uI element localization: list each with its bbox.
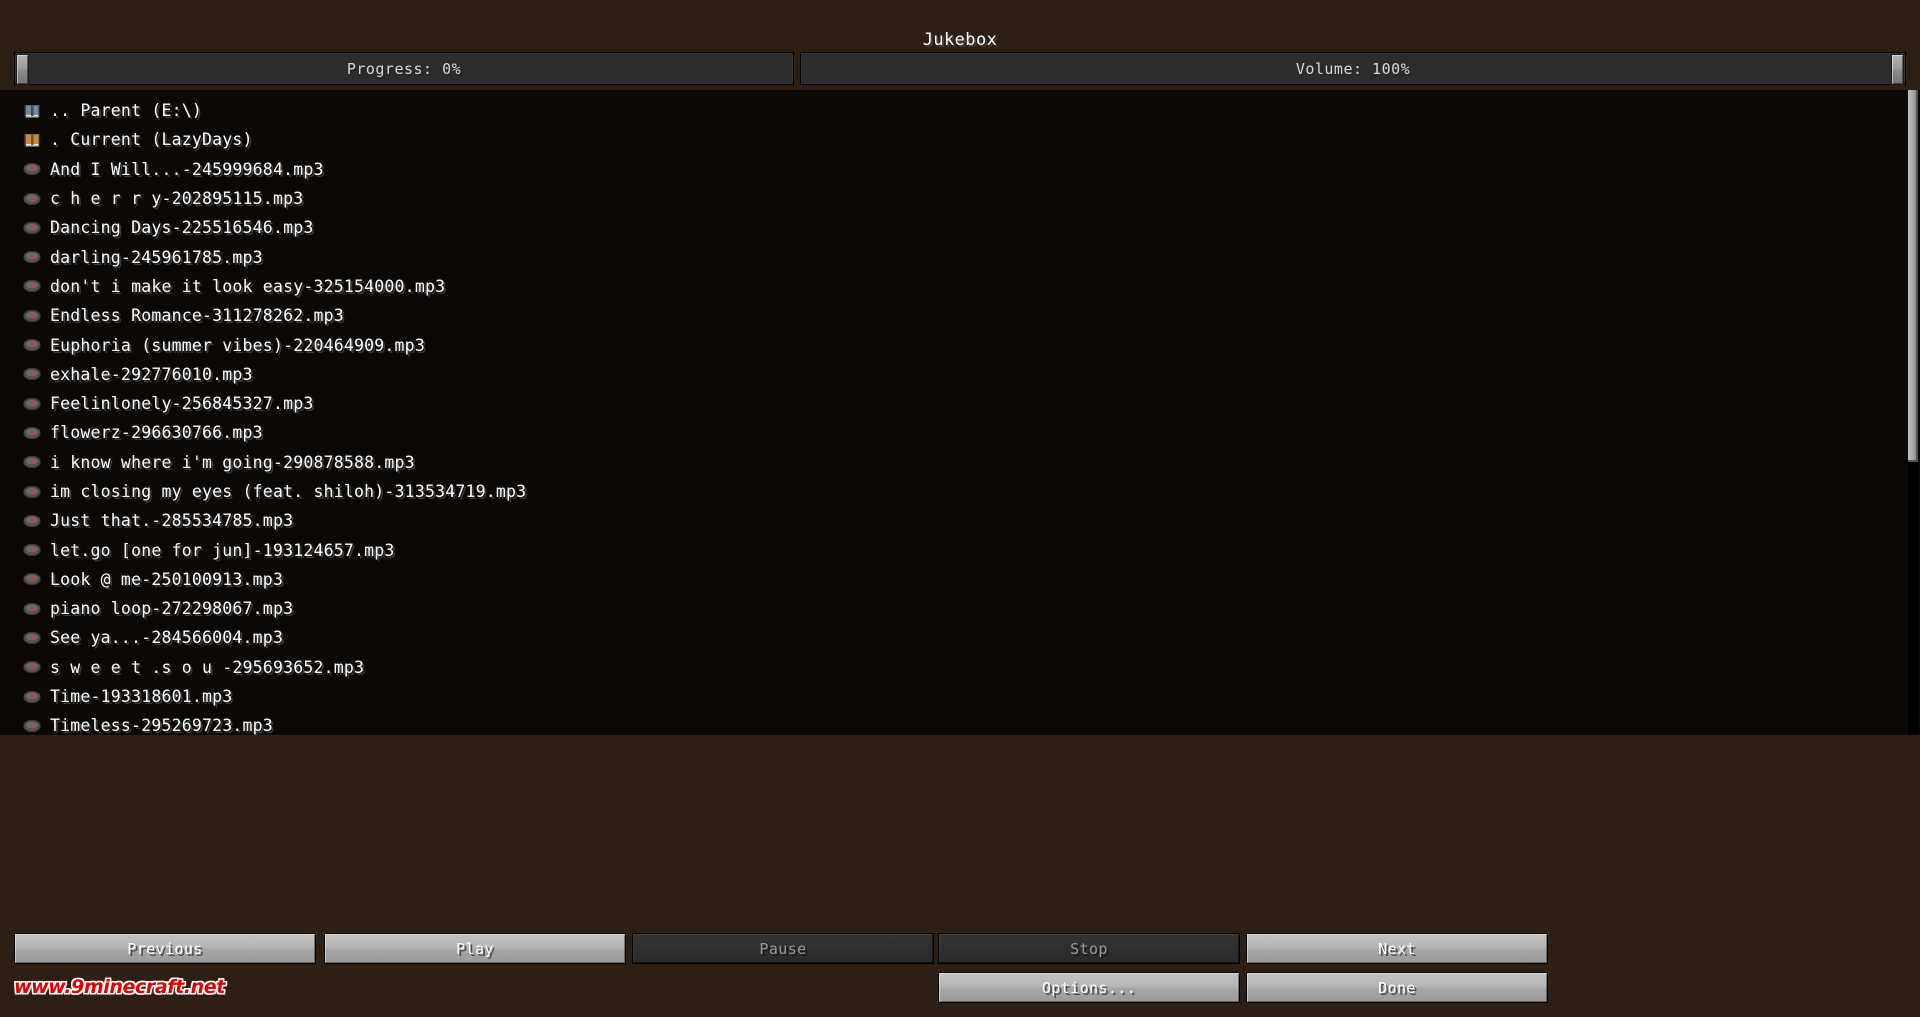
file-list-item[interactable]: s w e e t .s o u -295693652.mp3 xyxy=(0,653,1920,682)
file-list-item[interactable]: Euphoria (summer vibes)-220464909.mp3 xyxy=(0,330,1920,359)
pause-button: Pause xyxy=(632,933,934,964)
music-disc-icon xyxy=(23,162,41,176)
done-button[interactable]: Done xyxy=(1246,972,1548,1003)
file-list-item[interactable]: Dancing Days-225516546.mp3 xyxy=(0,213,1920,242)
file-list-scrollbar[interactable] xyxy=(1908,90,1918,735)
file-list-item[interactable]: im closing my eyes (feat. shiloh)-313534… xyxy=(0,477,1920,506)
book-blue-icon xyxy=(24,104,40,117)
music-disc-icon xyxy=(23,309,41,322)
music-disc-icon xyxy=(23,719,41,733)
next-button[interactable]: Next xyxy=(1246,933,1548,964)
volume-slider-label: Volume: 100% xyxy=(1295,59,1411,78)
file-list-item-label: Dancing Days-225516546.mp3 xyxy=(50,218,314,238)
music-disc-icon xyxy=(23,690,41,703)
file-list-item-label: i know where i'm going-290878588.mp3 xyxy=(50,452,415,472)
file-list-item[interactable]: i know where i'm going-290878588.mp3 xyxy=(0,448,1920,477)
file-list-item[interactable]: See ya...-284566004.mp3 xyxy=(0,623,1920,652)
music-disc-icon xyxy=(23,250,41,264)
music-disc-icon xyxy=(23,426,41,440)
music-disc-icon xyxy=(23,514,41,528)
file-list-item[interactable]: .. Parent (E:\) xyxy=(0,96,1920,125)
file-list-item-label: Euphoria (summer vibes)-220464909.mp3 xyxy=(50,335,425,355)
file-list-item-label: darling-245961785.mp3 xyxy=(50,247,263,267)
music-disc-icon xyxy=(23,455,41,469)
file-list-item[interactable]: Time-193318601.mp3 xyxy=(0,682,1920,711)
file-list-item[interactable]: . Current (LazyDays) xyxy=(0,125,1920,154)
music-disc-icon xyxy=(23,338,41,352)
file-list-item[interactable]: Endless Romance-311278262.mp3 xyxy=(0,301,1920,330)
music-disc-icon xyxy=(23,543,41,557)
stop-button: Stop xyxy=(938,933,1240,964)
music-disc-icon xyxy=(23,280,41,293)
file-list-item[interactable]: piano loop-272298067.mp3 xyxy=(0,594,1920,623)
options-button[interactable]: Options... xyxy=(938,972,1240,1003)
file-list-item-label: . Current (LazyDays) xyxy=(50,130,253,150)
file-list-item[interactable]: c h e r r y-202895115.mp3 xyxy=(0,184,1920,213)
progress-slider-label: Progress: 0% xyxy=(346,59,462,78)
file-list-item-label: im closing my eyes (feat. shiloh)-313534… xyxy=(50,482,527,501)
file-list-item-label: And I Will...-245999684.mp3 xyxy=(50,159,324,179)
music-disc-icon xyxy=(23,602,41,615)
file-list[interactable]: .. Parent (E:\) . Current (LazyDays) And I… xyxy=(0,90,1920,735)
file-list-item[interactable]: Feelinlonely-256845327.mp3 xyxy=(0,389,1920,418)
file-list-item-label: Feelinlonely-256845327.mp3 xyxy=(50,394,314,414)
file-list-item-label: Endless Romance-311278262.mp3 xyxy=(50,306,344,326)
volume-slider[interactable]: Volume: 100% xyxy=(800,52,1906,85)
slider-row: Progress: 0% Volume: 100% xyxy=(14,52,1906,86)
file-list-item[interactable]: Look @ me-250100913.mp3 xyxy=(0,565,1920,594)
music-disc-icon xyxy=(23,221,41,235)
music-disc-icon xyxy=(23,397,41,410)
progress-slider-handle[interactable] xyxy=(16,54,29,85)
file-list-item[interactable]: let.go [one for jun]-193124657.mp3 xyxy=(0,535,1920,564)
file-list-item-label: don't i make it look easy-325154000.mp3 xyxy=(50,276,446,296)
file-list-item-label: Look @ me-250100913.mp3 xyxy=(50,569,284,589)
music-disc-icon xyxy=(23,661,41,674)
file-list-item-label: exhale-292776010.mp3 xyxy=(50,364,253,384)
previous-button[interactable]: Previous xyxy=(14,933,316,964)
music-disc-icon xyxy=(23,368,41,381)
file-list-item-label: See ya...-284566004.mp3 xyxy=(50,628,284,648)
file-list-item-label: c h e r r y-202895115.mp3 xyxy=(50,189,304,209)
file-list-item-label: Timeless-295269723.mp3 xyxy=(50,716,273,735)
play-button[interactable]: Play xyxy=(324,933,626,964)
file-list-item[interactable]: exhale-292776010.mp3 xyxy=(0,360,1920,389)
file-list-item[interactable]: darling-245961785.mp3 xyxy=(0,242,1920,271)
file-list-item[interactable]: And I Will...-245999684.mp3 xyxy=(0,155,1920,184)
file-list-item[interactable]: Just that.-285534785.mp3 xyxy=(0,506,1920,535)
page-title: Jukebox xyxy=(922,30,998,50)
music-disc-icon xyxy=(23,573,41,586)
volume-slider-handle[interactable] xyxy=(1891,54,1904,85)
file-list-item[interactable]: Timeless-295269723.mp3 xyxy=(0,711,1920,735)
file-list-item-label: let.go [one for jun]-193124657.mp3 xyxy=(50,540,395,560)
file-list-item-label: .. Parent (E:\) xyxy=(50,101,203,121)
file-list-item-label: Time-193318601.mp3 xyxy=(50,687,233,707)
site-watermark: www.9minecraft.net xyxy=(14,976,225,998)
file-list-item-label: Just that.-285534785.mp3 xyxy=(50,511,294,531)
file-list-item-label: flowerz-296630766.mp3 xyxy=(50,423,263,443)
book-brown-icon xyxy=(24,133,40,147)
file-list-scrollbar-thumb[interactable] xyxy=(1908,90,1918,462)
music-disc-icon xyxy=(23,631,41,645)
file-list-item-label: s w e e t .s o u -295693652.mp3 xyxy=(50,657,365,677)
file-list-item[interactable]: flowerz-296630766.mp3 xyxy=(0,418,1920,447)
progress-slider[interactable]: Progress: 0% xyxy=(14,52,794,85)
file-list-item[interactable]: don't i make it look easy-325154000.mp3 xyxy=(0,272,1920,301)
music-disc-icon xyxy=(23,485,41,498)
music-disc-icon xyxy=(23,192,41,205)
file-list-item-label: piano loop-272298067.mp3 xyxy=(50,599,294,619)
